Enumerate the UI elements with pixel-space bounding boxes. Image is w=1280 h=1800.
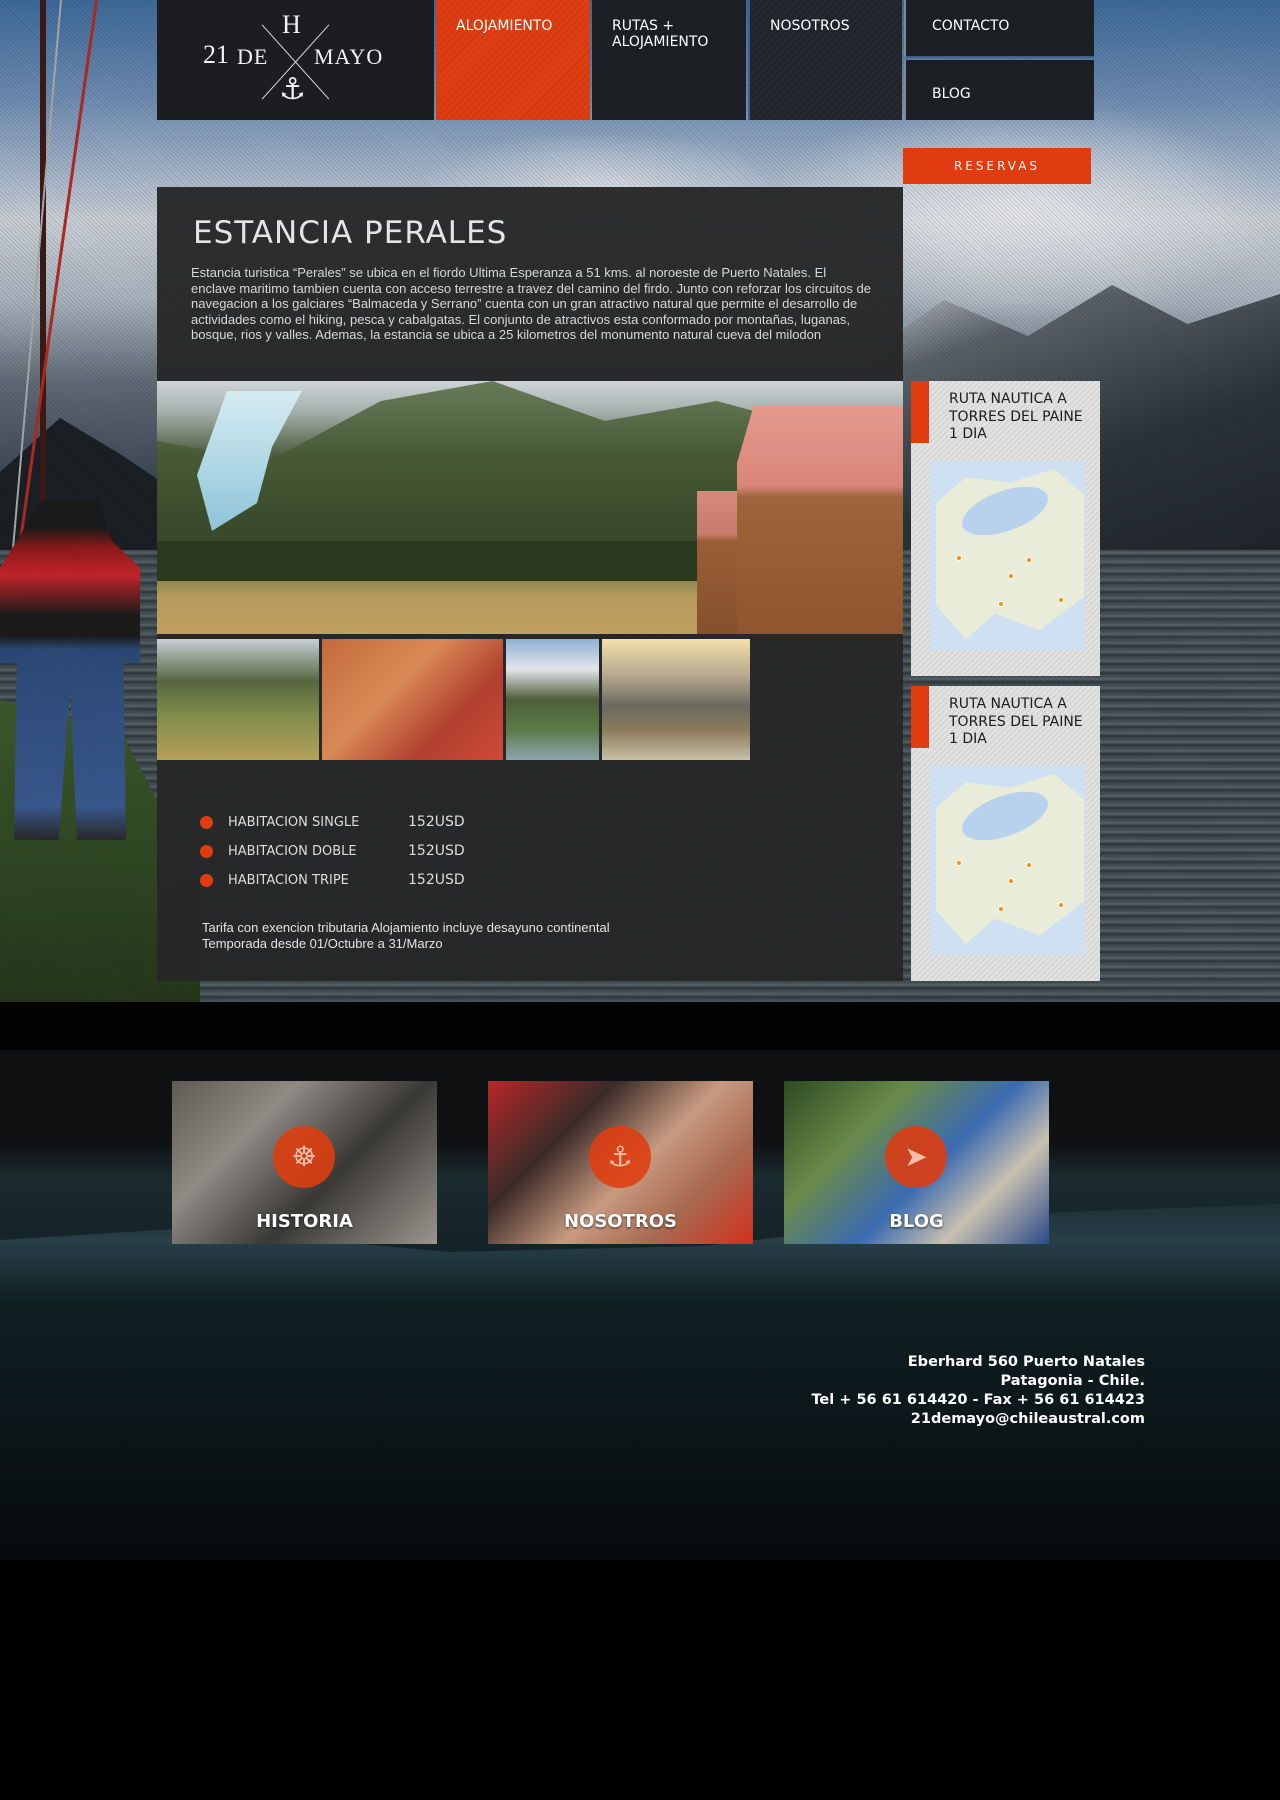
route-map[interactable]	[930, 461, 1085, 650]
logo-de: DE	[237, 44, 269, 69]
address-email[interactable]: 21demayo@chileaustral.com	[760, 1410, 1145, 1429]
temporada-line: Temporada desde 01/Octubre a 31/Marzo	[202, 936, 443, 951]
logo-letter-h: H	[282, 10, 301, 39]
room-name: HABITACION DOBLE	[228, 844, 357, 859]
bullet-dot	[200, 816, 213, 829]
address-street: Eberhard 560 Puerto Natales	[907, 1354, 1145, 1370]
logo-number: 21	[203, 40, 229, 69]
address-region: Patagonia - Chile.	[1000, 1373, 1145, 1389]
route-card[interactable]: RUTA NAUTICA A TORRES DEL PAINE 1 DIA	[911, 381, 1100, 676]
route-title: RUTA NAUTICA A TORRES DEL PAINE 1 DIA	[949, 696, 1083, 747]
map-pin-icon	[1026, 862, 1032, 868]
map-pin-icon	[998, 906, 1004, 912]
footer-card-nosotros[interactable]: ⚓ NOSOTROS	[488, 1081, 753, 1244]
route-title: RUTA NAUTICA A TORRES DEL PAINE 1 DIA	[949, 391, 1083, 442]
site-logo[interactable]: H 21 DE MAYO ⚓	[157, 0, 434, 120]
map-pin-icon	[956, 860, 962, 866]
description-text: Estancia turistica “Perales” se ubica en…	[191, 265, 871, 343]
map-pin-icon	[1058, 597, 1064, 603]
tarifa-note: Tarifa con exencion tributaria Alojamien…	[202, 920, 610, 952]
room-name: HABITACION SINGLE	[228, 815, 360, 830]
map-pin-icon	[1008, 573, 1014, 579]
anchor-icon: ⚓	[589, 1126, 651, 1188]
tarifa-line: Tarifa con exencion tributaria Alojamien…	[202, 920, 610, 935]
room-price: 152USD	[408, 872, 465, 888]
gallery-thumbnail[interactable]	[322, 639, 503, 760]
nav-item-contacto[interactable]: CONTACTO	[904, 0, 1094, 58]
bullet-dot	[200, 845, 213, 858]
nav-item-nosotros[interactable]: NOSOTROS	[748, 0, 902, 120]
ship-wheel-icon: ☸	[273, 1126, 335, 1188]
compass-icon: ➤	[885, 1126, 947, 1188]
gallery-thumbnail[interactable]	[157, 639, 319, 760]
price-row: HABITACION SINGLE 152USD	[200, 812, 600, 832]
route-card[interactable]: RUTA NAUTICA A TORRES DEL PAINE 1 DIA	[911, 686, 1100, 981]
nav-item-rutas-label: RUTAS + ALOJAMIENTO	[612, 18, 709, 50]
address-phone: Tel + 56 61 614420 - Fax + 56 61 614423	[811, 1392, 1145, 1408]
main-photo[interactable]	[157, 381, 903, 634]
room-price: 152USD	[408, 843, 465, 859]
nav-item-alojamiento[interactable]: ALOJAMIENTO	[436, 0, 590, 120]
gallery-thumbnail[interactable]	[506, 639, 599, 760]
map-pin-icon	[998, 601, 1004, 607]
card-title: NOSOTROS	[563, 1211, 678, 1232]
footer-card-blog[interactable]: ➤ BLOG	[784, 1081, 1049, 1244]
room-price: 152USD	[408, 814, 465, 830]
map-pin-icon	[956, 555, 962, 561]
card-title: BLOG	[889, 1211, 944, 1232]
section-divider	[0, 1002, 1280, 1050]
map-pin-icon	[1058, 902, 1064, 908]
map-pin-icon	[1026, 557, 1032, 563]
route-map[interactable]	[930, 766, 1085, 955]
gallery-thumbnail[interactable]	[602, 639, 750, 760]
map-pin-icon	[1008, 878, 1014, 884]
room-name: HABITACION TRIPE	[228, 873, 349, 888]
nav-item-rutas-alojamiento[interactable]: RUTAS + ALOJAMIENTO	[592, 0, 746, 120]
accent-bar	[911, 686, 929, 748]
contact-address: Eberhard 560 Puerto Natales Patagonia - …	[760, 1353, 1145, 1429]
price-row: HABITACION TRIPE 152USD	[200, 870, 600, 890]
footer-card-historia[interactable]: ☸ HISTORIA	[172, 1081, 437, 1244]
card-title: HISTORIA	[256, 1211, 353, 1232]
anchor-icon: ⚓	[279, 72, 306, 107]
reservas-button[interactable]: RESERVAS	[903, 148, 1091, 184]
nav-item-blog[interactable]: BLOG	[904, 60, 1094, 120]
logo-mayo: MAYO	[314, 44, 384, 69]
bullet-dot	[200, 874, 213, 887]
price-row: HABITACION DOBLE 152USD	[200, 841, 600, 861]
accent-bar	[911, 381, 929, 443]
page-title: ESTANCIA PERALES	[193, 215, 508, 251]
